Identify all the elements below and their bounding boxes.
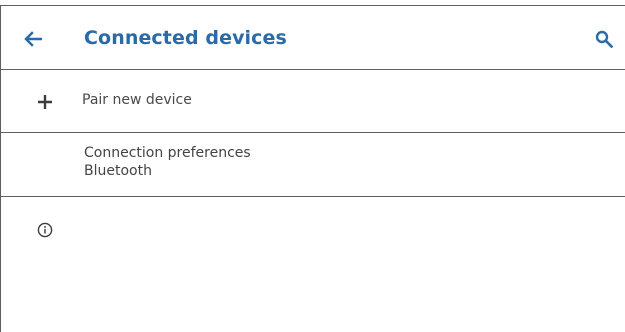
- page-title: Connected devices: [84, 27, 287, 49]
- search-button[interactable]: [590, 25, 618, 53]
- settings-screen: Connected devices Pair new device Connec…: [0, 5, 625, 332]
- search-icon: [595, 30, 613, 48]
- arrow-back-icon: [24, 31, 42, 47]
- back-button[interactable]: [19, 25, 47, 53]
- connection-preferences-summary: Bluetooth: [84, 163, 152, 179]
- connection-preferences-title: Connection preferences: [84, 145, 251, 161]
- pair-new-device-label: Pair new device: [82, 92, 192, 108]
- plus-icon: [38, 95, 52, 109]
- info-icon: [37, 222, 53, 238]
- info-footer: [1, 197, 625, 327]
- app-bar: Connected devices: [1, 6, 625, 70]
- pair-new-device-item[interactable]: Pair new device: [1, 70, 625, 133]
- connection-preferences-item[interactable]: Connection preferences Bluetooth: [1, 133, 625, 197]
